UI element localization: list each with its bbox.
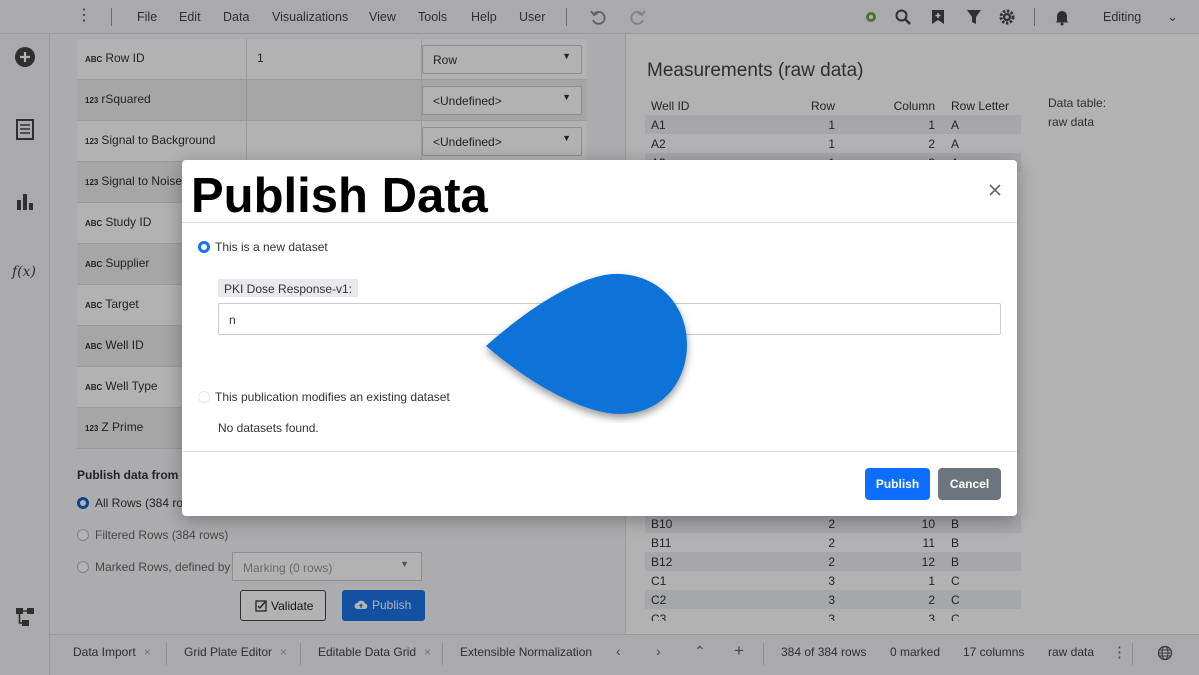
dialog-title: Publish Data bbox=[191, 169, 488, 223]
dialog-title-box: Publish Data bbox=[186, 164, 515, 227]
new-dataset-radio[interactable]: This is a new dataset bbox=[198, 240, 328, 254]
cancel-button[interactable]: Cancel bbox=[938, 468, 1001, 500]
publish-button[interactable]: Publish bbox=[865, 468, 930, 500]
modify-dataset-radio[interactable]: This publication modifies an existing da… bbox=[198, 390, 450, 404]
dataset-name-label: PKI Dose Response-v1: bbox=[218, 279, 359, 297]
radio-selected-icon bbox=[198, 241, 210, 253]
dialog-divider bbox=[182, 222, 1017, 223]
modify-dataset-label: This publication modifies an existing da… bbox=[215, 390, 450, 404]
radio-icon bbox=[198, 391, 210, 403]
no-datasets-message: No datasets found. bbox=[218, 421, 319, 435]
pointer-shape bbox=[486, 273, 687, 414]
new-dataset-label: This is a new dataset bbox=[215, 240, 328, 254]
close-icon[interactable] bbox=[986, 181, 1004, 199]
dialog-divider bbox=[182, 451, 1017, 452]
